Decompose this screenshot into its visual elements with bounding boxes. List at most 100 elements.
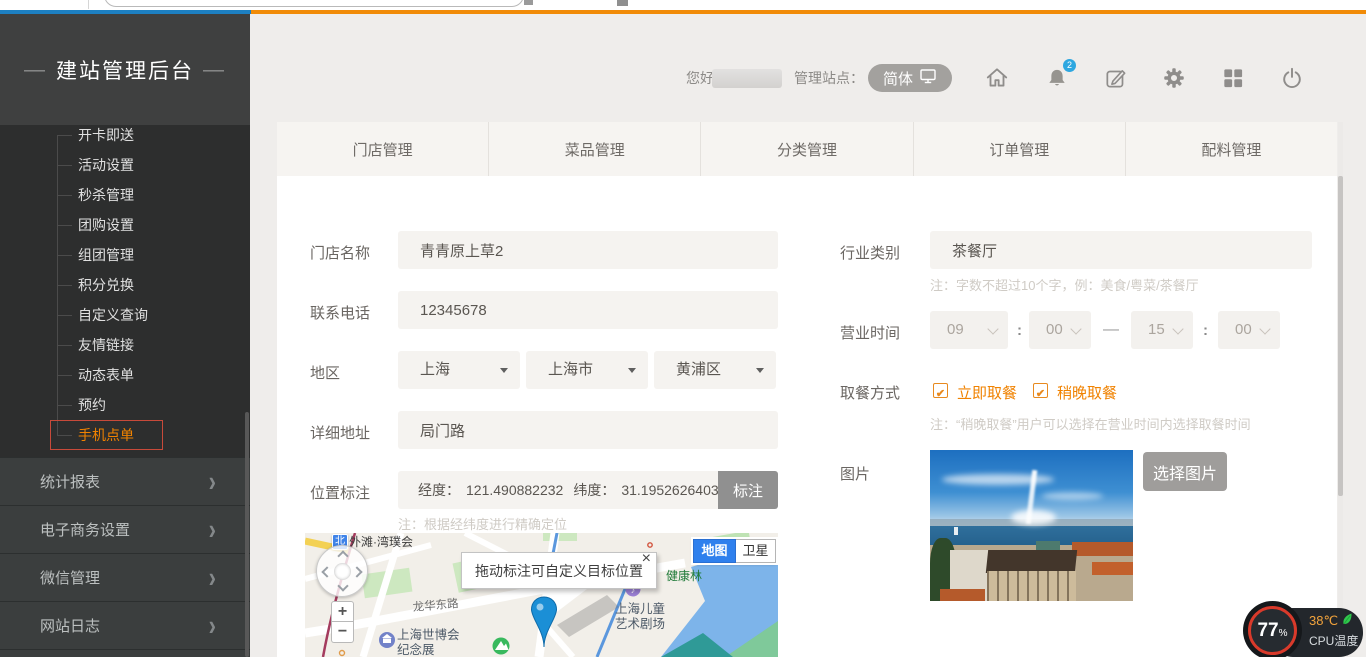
chevron-right-icon: › xyxy=(209,467,216,496)
map-view-button[interactable]: 地图 xyxy=(693,539,736,563)
username-redacted xyxy=(712,69,782,88)
pan-down-icon[interactable] xyxy=(337,580,348,591)
sidebar-item-points[interactable]: 积分兑换 xyxy=(0,270,250,300)
industry-note: 注：字数不超过10个字，例：美食/粤菜/茶餐厅 xyxy=(930,275,1199,294)
tab-store-management[interactable]: 门店管理 xyxy=(277,122,488,176)
map-label-expo2: 纪念展 xyxy=(397,642,435,657)
sidebar-group-ecommerce[interactable]: 电子商务设置 › xyxy=(0,505,250,553)
image-label: 图片 xyxy=(840,463,870,484)
sidebar-item-card-gift[interactable]: 开卡即送 xyxy=(0,120,250,150)
end-minute-select[interactable]: 00 xyxy=(1218,311,1280,349)
cpu-percent-unit: % xyxy=(1279,628,1288,639)
tooltip-close-icon[interactable]: × xyxy=(642,551,651,567)
pan-up-icon[interactable] xyxy=(337,550,348,561)
scrollbar-thumb[interactable] xyxy=(1338,176,1343,496)
title-decor: — xyxy=(24,58,47,82)
edit-pen-icon[interactable] xyxy=(1103,65,1129,91)
sidebar-item-group-manage[interactable]: 组团管理 xyxy=(0,240,250,270)
map-label-bund: 外滩·湾璞会 xyxy=(349,534,413,549)
notification-badge: 2 xyxy=(1063,59,1076,72)
pickup-note: 注：“稍晚取餐”用户可以选择在营业时间内选择取餐时间 xyxy=(930,414,1251,433)
store-name-input[interactable] xyxy=(398,231,778,269)
map[interactable]: ♪ 外滩·湾璞会 龙华东路 上海世博会 纪念展 上海儿童 艺术剧场 健康林 北 xyxy=(305,533,778,657)
satellite-view-button[interactable]: 卫星 xyxy=(736,539,776,563)
pickup-later-label[interactable]: 稍晚取餐 xyxy=(1057,382,1117,403)
map-zoom-control: + − xyxy=(331,601,354,643)
language-site-button[interactable]: 简体 xyxy=(868,64,952,92)
pan-right-icon[interactable] xyxy=(351,566,362,577)
browser-icon-stub xyxy=(524,0,533,5)
location-note: 注：根据经纬度进行精确定位 xyxy=(398,514,567,533)
map-pan-control[interactable] xyxy=(316,545,368,597)
pan-left-icon[interactable] xyxy=(321,566,332,577)
main-panel: 门店管理 菜品管理 分类管理 订单管理 配料管理 门店名称 联系电话 地区 上海… xyxy=(277,122,1337,657)
tab-order-management[interactable]: 订单管理 xyxy=(913,122,1125,176)
sidebar-item-group-buy[interactable]: 团购设置 xyxy=(0,210,250,240)
pickup-label: 取餐方式 xyxy=(840,382,900,403)
sidebar-item-mobile-ordering[interactable]: 手机点单 xyxy=(0,420,250,450)
dropdown-arrow-icon xyxy=(756,368,764,373)
pickup-now-label[interactable]: 立即取餐 xyxy=(957,382,1017,403)
sidebar-item-dynamic-form[interactable]: 动态表单 xyxy=(0,360,250,390)
settings-gear-icon[interactable] xyxy=(1161,65,1187,91)
time-colon: : xyxy=(1203,322,1208,339)
sidebar: — 建站管理后台 — 开卡即送 活动设置 秒杀管理 团购设置 组团管理 积分兑换… xyxy=(0,14,250,657)
header: 您好 管理站点： 简体 2 xyxy=(250,14,1366,122)
address-input[interactable] xyxy=(398,411,778,449)
location-label: 位置标注 xyxy=(310,482,370,503)
power-logout-icon[interactable] xyxy=(1279,65,1305,91)
zoom-out-button[interactable]: − xyxy=(331,622,354,643)
tab-category-management[interactable]: 分类管理 xyxy=(700,122,912,176)
start-minute-select[interactable]: 00 xyxy=(1029,311,1091,349)
chevron-down-icon xyxy=(987,323,998,334)
latitude-value: 31.1952626403 xyxy=(621,482,718,498)
browser-address-box[interactable] xyxy=(104,0,524,7)
sidebar-group-site-log[interactable]: 网站日志 › xyxy=(0,601,250,649)
mark-location-button[interactable]: 标注 xyxy=(718,471,778,509)
map-tooltip: 拖动标注可自定义目标位置 × xyxy=(461,552,657,589)
pan-knob[interactable] xyxy=(334,563,351,580)
sidebar-group-wechat[interactable]: 微信管理 › xyxy=(0,553,250,601)
zoom-in-button[interactable]: + xyxy=(331,601,354,622)
notifications-bell-icon[interactable]: 2 xyxy=(1044,65,1070,91)
home-icon[interactable] xyxy=(984,65,1010,91)
hours-label: 营业时间 xyxy=(840,322,900,343)
time-colon: : xyxy=(1017,322,1022,339)
active-item-highlight xyxy=(50,420,163,450)
city-select[interactable]: 上海市 xyxy=(526,351,648,389)
sidebar-item-custom-query[interactable]: 自定义查询 xyxy=(0,300,250,330)
topbar-blue-accent xyxy=(0,10,251,14)
sidebar-item-reservation[interactable]: 预约 xyxy=(0,390,250,420)
sidebar-item-links[interactable]: 友情链接 xyxy=(0,330,250,360)
choose-image-button[interactable]: 选择图片 xyxy=(1143,452,1227,491)
apps-grid-icon[interactable] xyxy=(1220,65,1246,91)
sidebar-scrollbar[interactable] xyxy=(245,412,249,657)
end-hour-select[interactable]: 15 xyxy=(1131,311,1193,349)
sidebar-submenu: 开卡即送 活动设置 秒杀管理 团购设置 组团管理 积分兑换 自定义查询 友情链接… xyxy=(0,120,250,450)
topbar-orange-accent xyxy=(251,10,1366,14)
district-select[interactable]: 黄浦区 xyxy=(654,351,776,389)
tab-dish-management[interactable]: 菜品管理 xyxy=(488,122,700,176)
cpu-monitor-widget[interactable]: 77 % 38℃ CPU温度 xyxy=(1243,601,1363,657)
time-range-dash: — xyxy=(1103,321,1119,339)
pickup-later-checkbox[interactable] xyxy=(1033,383,1048,398)
phone-input[interactable] xyxy=(398,291,778,329)
tab-ingredient-management[interactable]: 配料管理 xyxy=(1125,122,1337,176)
leaf-icon xyxy=(1341,613,1353,629)
start-hour-select[interactable]: 09 xyxy=(930,311,1008,349)
greeting-text: 您好 xyxy=(686,64,714,92)
coordinates-field[interactable]: 经度： 121.490882232 纬度： 31.1952626403 xyxy=(398,471,718,509)
industry-input[interactable] xyxy=(930,231,1312,269)
map-type-toggle: 地图 卫星 xyxy=(693,539,776,563)
sidebar-item-activity[interactable]: 活动设置 xyxy=(0,150,250,180)
longitude-value: 121.490882232 xyxy=(466,482,563,498)
content-scrollbar[interactable] xyxy=(1338,122,1343,657)
chevron-right-icon: › xyxy=(209,611,216,640)
address-label: 详细地址 xyxy=(310,422,370,443)
sidebar-group-reports[interactable]: 统计报表 › xyxy=(0,457,250,505)
province-select[interactable]: 上海 xyxy=(398,351,520,389)
pickup-now-checkbox[interactable] xyxy=(933,383,948,398)
map-label-theater1: 上海儿童 xyxy=(615,601,665,616)
sidebar-item-flash-sale[interactable]: 秒杀管理 xyxy=(0,180,250,210)
cpu-usage-gauge: 77 % xyxy=(1243,601,1302,657)
